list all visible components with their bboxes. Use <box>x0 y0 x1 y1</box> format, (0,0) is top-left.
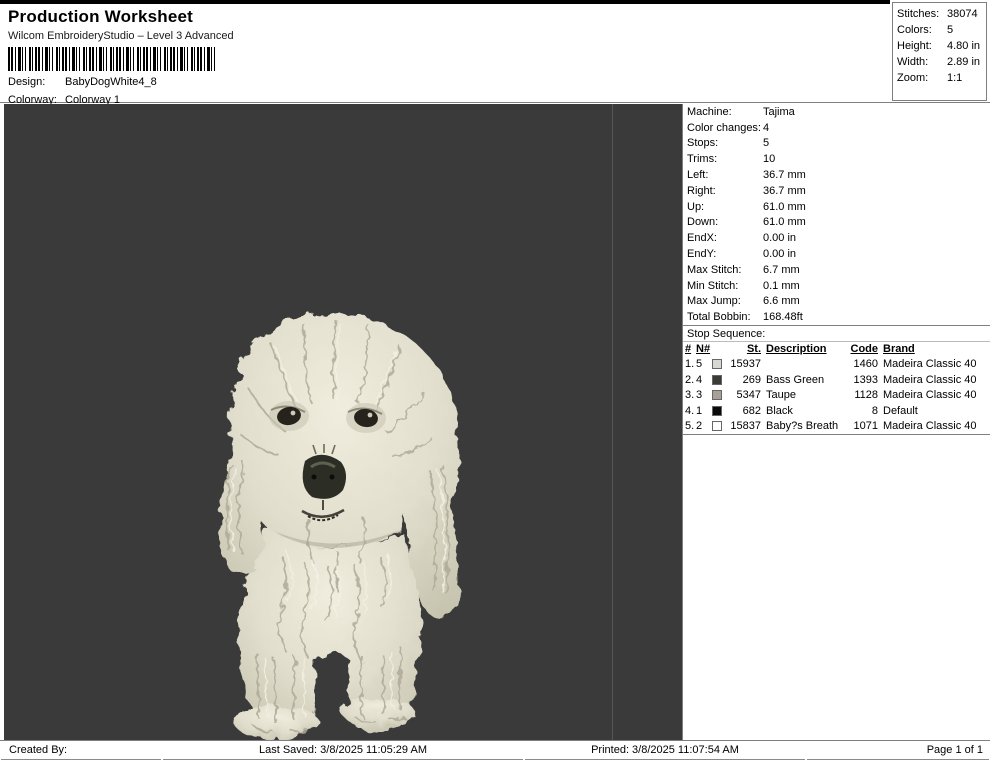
header: Production Worksheet Wilcom EmbroiderySt… <box>0 0 990 103</box>
design-barcode <box>8 47 216 71</box>
info-row-machine: Machine:Tajima <box>683 104 990 120</box>
stat-zoom: Zoom:1:1 <box>897 70 986 86</box>
app-subtitle: Wilcom EmbroideryStudio – Level 3 Advanc… <box>8 30 608 43</box>
info-row-trims: Trims:10 <box>683 151 990 167</box>
info-row-max-stitch: Max Stitch:6.7 mm <box>683 262 990 278</box>
info-row-total-bobbin: Total Bobbin:168.48ft <box>683 309 990 325</box>
embroidery-dog-design <box>196 304 486 740</box>
stop-sequence-title: Stop Sequence: <box>683 325 990 341</box>
info-row-up: Up:61.0 mm <box>683 199 990 215</box>
col-code: Code <box>849 343 878 355</box>
stat-width: Width:2.89 in <box>897 54 986 70</box>
machine-info-panel: Machine:Tajima Color changes:4 Stops:5 T… <box>682 104 990 740</box>
info-row-min-stitch: Min Stitch:0.1 mm <box>683 278 990 294</box>
col-stitches: St. <box>727 343 761 355</box>
stop-sequence-row-4: 4. 1 682 Black 8 Default <box>683 403 990 419</box>
info-row-right: Right:36.7 mm <box>683 183 990 199</box>
production-worksheet-page: Production Worksheet Wilcom EmbroiderySt… <box>0 0 990 762</box>
info-row-max-jump: Max Jump:6.6 mm <box>683 294 990 310</box>
info-row-down: Down:61.0 mm <box>683 215 990 231</box>
header-info: Production Worksheet Wilcom EmbroiderySt… <box>8 7 608 107</box>
page-title: Production Worksheet <box>8 7 608 27</box>
printed-text: Printed: 3/8/2025 11:07:54 AM <box>525 741 805 760</box>
stop-sequence-row-2: 2. 4 269 Bass Green 1393 Madeira Classic… <box>683 372 990 388</box>
design-stats-box: Stitches:38074 Colors:5 Height:4.80 in W… <box>892 2 987 101</box>
page-indicator: Page 1 of 1 <box>807 741 989 760</box>
thread-swatch-bass-green <box>712 375 722 385</box>
table-end-rule <box>683 434 990 435</box>
col-needle: N# <box>696 343 712 355</box>
canvas-boundary-line <box>612 104 613 740</box>
info-row-left: Left:36.7 mm <box>683 167 990 183</box>
col-brand: Brand <box>878 343 990 355</box>
info-row-stops: Stops:5 <box>683 136 990 152</box>
last-saved-text: Last Saved: 3/8/2025 11:05:29 AM <box>163 741 523 760</box>
info-row-color-changes: Color changes:4 <box>683 120 990 136</box>
col-description: Description <box>761 343 849 355</box>
thread-swatch-white <box>712 421 722 431</box>
design-label: Design: <box>8 75 65 89</box>
design-canvas <box>4 104 682 740</box>
stat-height: Height:4.80 in <box>897 38 986 54</box>
dog-body <box>221 312 459 739</box>
stat-colors: Colors:5 <box>897 22 986 38</box>
header-top-rule <box>0 0 890 4</box>
stop-sequence-row-5: 5. 2 15837 Baby?s Breath 1071 Madeira Cl… <box>683 419 990 435</box>
thread-swatch-black <box>712 406 722 416</box>
design-row: Design: BabyDogWhite4_8 <box>8 75 608 89</box>
thread-swatch-taupe <box>712 390 722 400</box>
info-row-endx: EndX:0.00 in <box>683 230 990 246</box>
thread-swatch-light-gray <box>712 359 722 369</box>
col-num: # <box>683 343 696 355</box>
stop-sequence-row-3: 3. 3 5347 Taupe 1128 Madeira Classic 40 <box>683 387 990 403</box>
created-by-label: Created By: <box>1 741 161 760</box>
stat-stitches: Stitches:38074 <box>897 6 986 22</box>
footer: Created By: Last Saved: 3/8/2025 11:05:2… <box>0 740 990 762</box>
stop-sequence-row-1: 1. 5 15937 1460 Madeira Classic 40 <box>683 356 990 372</box>
design-name: BabyDogWhite4_8 <box>65 75 157 89</box>
info-row-endy: EndY:0.00 in <box>683 246 990 262</box>
stop-sequence-header: # N# St. Description Code Brand <box>683 341 990 356</box>
